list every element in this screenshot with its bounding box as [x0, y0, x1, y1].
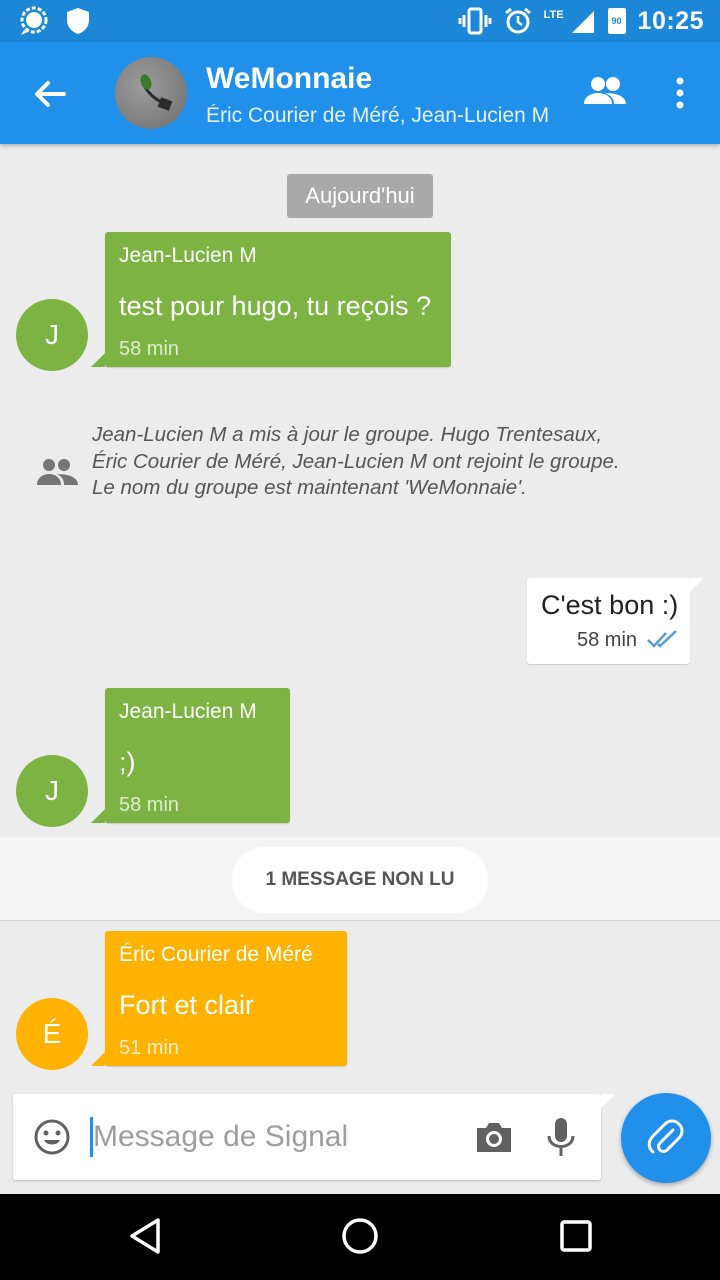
- signal-app-icon: [20, 6, 48, 35]
- cell-signal-icon: [571, 11, 594, 33]
- message-body: ;): [119, 747, 136, 777]
- message-body: Fort et clair: [119, 990, 255, 1020]
- group-update-text: Jean-Lucien M a mis à jour le groupe. Hu…: [92, 423, 620, 499]
- clock: 10:25: [637, 6, 704, 35]
- avatar[interactable]: J: [16, 755, 88, 827]
- battery-icon: 90: [607, 8, 626, 34]
- system-nav-bar: [0, 1194, 720, 1280]
- plant-photo-icon: [140, 74, 173, 111]
- mic-icon[interactable]: [545, 1116, 577, 1158]
- members-icon: [584, 77, 626, 104]
- conversation-title[interactable]: WeMonnaie: [206, 62, 372, 96]
- incoming-message[interactable]: Jean-Lucien M ;) 58 min: [91, 688, 290, 823]
- double-check-icon: [647, 630, 677, 648]
- message-time: 51 min: [119, 1037, 180, 1059]
- emoji-icon[interactable]: [33, 1118, 71, 1156]
- message-body: C'est bon :): [541, 590, 679, 620]
- conversation-members[interactable]: Éric Courier de Méré, Jean-Lucien M: [206, 104, 556, 128]
- nav-home-icon[interactable]: [338, 1214, 382, 1258]
- avatar[interactable]: É: [16, 998, 88, 1070]
- message-body: test pour hugo, tu reçois ?: [119, 291, 432, 321]
- nav-recents-icon[interactable]: [554, 1214, 598, 1258]
- incoming-message[interactable]: Éric Courier de Méré Fort et clair 51 mi…: [91, 931, 347, 1066]
- shield-icon: [67, 8, 89, 34]
- message-sender: Jean-Lucien M: [119, 700, 257, 723]
- outgoing-message[interactable]: C'est bon :) 58 min: [527, 578, 704, 664]
- message-composer: [13, 1094, 615, 1180]
- overflow-menu-icon: [676, 77, 684, 109]
- attach-icon: [647, 1119, 684, 1154]
- battery-level: 90: [611, 16, 622, 26]
- members-button[interactable]: [580, 72, 630, 112]
- back-button[interactable]: [28, 72, 72, 116]
- message-time: 58 min: [119, 338, 180, 360]
- vibrate-icon: [458, 7, 492, 35]
- message-sender: Éric Courier de Méré: [119, 943, 313, 966]
- nav-back-icon[interactable]: [124, 1214, 168, 1258]
- incoming-message[interactable]: Jean-Lucien M test pour hugo, tu reçois …: [91, 232, 451, 367]
- message-sender: Jean-Lucien M: [119, 244, 257, 267]
- network-type: LTE: [543, 9, 564, 21]
- date-divider: Aujourd'hui: [287, 174, 433, 218]
- camera-icon[interactable]: [474, 1118, 514, 1156]
- message-time: 58 min: [119, 794, 180, 816]
- group-avatar[interactable]: [115, 57, 187, 129]
- avatar[interactable]: J: [16, 299, 88, 371]
- overflow-menu-button[interactable]: [664, 72, 696, 116]
- unread-divider: 1 MESSAGE NON LU: [0, 837, 720, 921]
- back-arrow-icon: [35, 81, 66, 107]
- status-bar: LTE 90 10:25: [0, 0, 720, 42]
- message-input[interactable]: [93, 1112, 463, 1162]
- unread-count-badge[interactable]: 1 MESSAGE NON LU: [232, 847, 488, 913]
- conversation-toolbar: WeMonnaie Éric Courier de Méré, Jean-Luc…: [0, 42, 720, 144]
- alarm-icon: [504, 7, 531, 34]
- attach-button[interactable]: [621, 1093, 711, 1183]
- group-update-icon: [37, 459, 78, 485]
- message-time: 58 min: [577, 629, 638, 651]
